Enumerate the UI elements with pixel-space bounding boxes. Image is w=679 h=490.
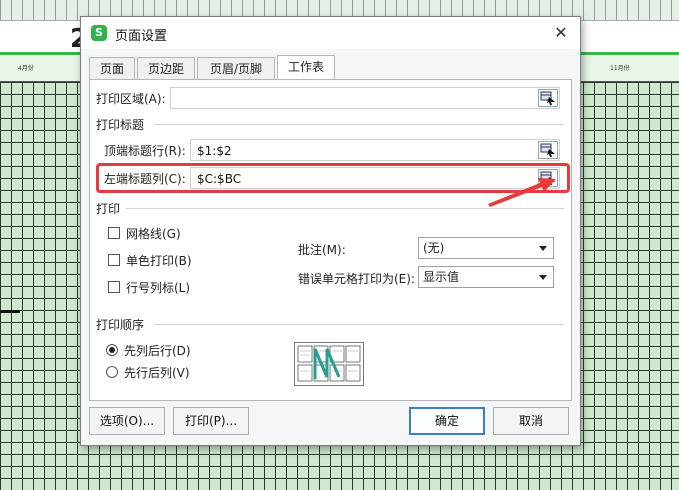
cell-errors-label: 错误单元格打印为(E): [298, 272, 415, 286]
page-order-section: 打印顺序 [96, 318, 145, 332]
sheet-tab-panel: 打印区域(A): 打印标题 顶端标题行(R): $1:$2 左端标题列(C): … [89, 79, 572, 401]
cell-errors-select[interactable]: 显示值 [418, 266, 554, 288]
ok-button[interactable]: 确定 [409, 407, 485, 435]
range-picker-icon[interactable] [538, 141, 558, 159]
comments-select[interactable]: (无) [418, 237, 554, 259]
cell-errors-value: 显示值 [423, 270, 460, 284]
section-divider [154, 324, 564, 325]
mono-print-checkbox[interactable] [108, 254, 120, 266]
section-divider [154, 124, 564, 125]
print-button[interactable]: 打印(P)... [173, 407, 249, 435]
over-then-down-radio[interactable] [106, 366, 118, 378]
dialog-title: 页面设置 [115, 29, 168, 44]
month-label: 4月份 [18, 65, 34, 72]
tab-header-footer[interactable]: 页眉/页脚 [197, 57, 275, 80]
over-then-down-label: 先行后列(V) [124, 366, 190, 380]
print-area-label: 打印区域(A): [96, 92, 166, 106]
row-col-headings-label: 行号列标(L) [126, 281, 191, 295]
sheet-mark [0, 310, 20, 313]
tab-margins[interactable]: 页边距 [137, 57, 195, 80]
tab-page[interactable]: 页面 [89, 57, 135, 80]
dialog-titlebar: S 页面设置 ✕ [81, 17, 580, 49]
annotation-arrow [488, 178, 556, 207]
title-rows-input[interactable]: $1:$2 [190, 139, 560, 161]
tab-sheet[interactable]: 工作表 [277, 55, 335, 81]
down-then-over-radio[interactable] [106, 344, 118, 356]
options-button[interactable]: 选项(O)... [89, 407, 165, 435]
cancel-button[interactable]: 取消 [493, 407, 569, 435]
wps-app-icon: S [91, 25, 107, 41]
page-setup-dialog: S 页面设置 ✕ 页面 页边距 页眉/页脚 工作表 打印区域(A): 打印标题 … [80, 16, 581, 446]
mono-print-label: 单色打印(B) [126, 254, 192, 268]
print-area-input[interactable] [170, 87, 560, 109]
title-rows-label: 顶端标题行(R): [104, 144, 186, 158]
print-section: 打印 [96, 202, 121, 216]
row-col-headings-checkbox[interactable] [108, 281, 120, 293]
comments-value: (无) [423, 241, 445, 255]
print-titles-section: 打印标题 [96, 118, 145, 132]
close-icon[interactable]: ✕ [550, 22, 572, 44]
down-then-over-label: 先列后行(D) [124, 344, 191, 358]
gridlines-label: 网格线(G) [126, 227, 181, 241]
gridlines-checkbox[interactable] [108, 227, 120, 239]
chevron-down-icon [539, 275, 547, 280]
comments-label: 批注(M): [298, 243, 346, 257]
month-label: 11月份 [610, 65, 630, 72]
chevron-down-icon [539, 246, 547, 251]
range-picker-icon[interactable] [538, 89, 558, 107]
page-order-preview-icon [294, 342, 364, 386]
